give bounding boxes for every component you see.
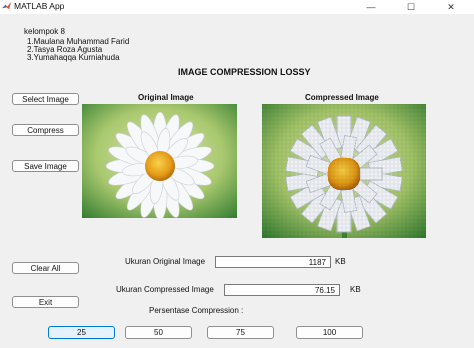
- original-size-unit: KB: [335, 257, 346, 266]
- original-image: [82, 104, 237, 218]
- matlab-icon: [2, 2, 11, 10]
- percent-label: Persentase Compression :: [149, 306, 244, 315]
- original-size-label: Ukuran Original Image: [125, 257, 206, 266]
- window-title: MATLAB App: [14, 1, 65, 11]
- title-bar: MATLAB App — ☐ ✕: [0, 0, 474, 14]
- select-image-button[interactable]: Select Image: [12, 93, 79, 105]
- compressed-image: [262, 104, 426, 238]
- compress-button[interactable]: Compress: [12, 124, 79, 136]
- compressed-size-unit: KB: [350, 285, 361, 294]
- original-size-field[interactable]: 1187: [215, 256, 331, 268]
- percent-25-button[interactable]: 25: [48, 326, 115, 339]
- original-image-label: Original Image: [138, 93, 194, 102]
- page-title: IMAGE COMPRESSION LOSSY: [178, 67, 311, 77]
- exit-button[interactable]: Exit: [12, 296, 79, 308]
- compressed-image-label: Compressed Image: [305, 93, 379, 102]
- compressed-size-field[interactable]: 76.15: [224, 284, 340, 296]
- minimize-button[interactable]: —: [356, 0, 386, 14]
- percent-50-button[interactable]: 50: [125, 326, 192, 339]
- percent-100-button[interactable]: 100: [296, 326, 363, 339]
- percent-75-button[interactable]: 75: [207, 326, 274, 339]
- compressed-size-label: Ukuran Compressed Image: [116, 285, 214, 294]
- maximize-button[interactable]: ☐: [396, 0, 426, 14]
- close-button[interactable]: ✕: [436, 0, 466, 14]
- save-image-button[interactable]: Save Image: [12, 160, 79, 172]
- group-name: kelompok 8: [24, 27, 65, 36]
- member-3: 3.Yumahaqqa Kurniahuda: [27, 53, 120, 62]
- clear-all-button[interactable]: Clear All: [12, 262, 79, 274]
